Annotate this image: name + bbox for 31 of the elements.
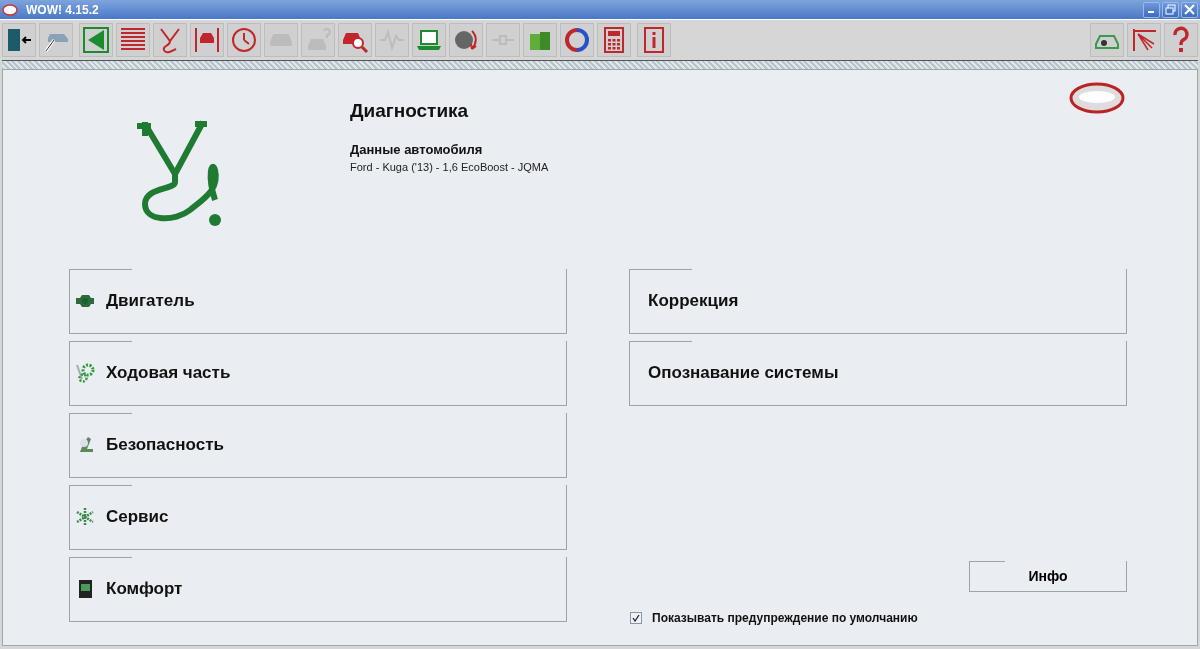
checkbox-label: Показывать предупреждение по умолчанию [652,611,918,625]
close-icon [1184,4,1195,15]
function-button[interactable]: Коррекция [629,269,1127,334]
toolbar-button[interactable] [1090,23,1124,57]
minimize-button[interactable] [1143,1,1160,18]
vehicle-data-label: Данные автомобиля [350,142,484,157]
checkbox[interactable] [630,612,642,624]
window-title: WOW! 4.15.2 [26,2,99,17]
info-button[interactable]: Инфо [969,561,1127,592]
snowflake-icon [74,506,96,528]
category-button[interactable]: Безопасность [69,413,567,478]
restore-button[interactable] [1162,1,1179,18]
close-button[interactable] [1181,1,1198,18]
app-logo-icon [2,2,18,17]
function-button[interactable]: Опознавание системы [629,341,1127,406]
checkmark-icon [632,614,640,622]
exit-door-icon [5,26,33,54]
vehicle-description: Ford - Kuga ('13) - 1,6 EcoBoost - JQMA [350,161,549,173]
category-button[interactable]: Двигатель [69,269,567,334]
toolbar-button[interactable] [2,23,36,57]
brand-logo-icon [1069,82,1125,114]
chart-icon [1130,26,1158,54]
category-button[interactable]: Сервис [69,485,567,550]
toolbar-button[interactable] [338,23,372,57]
car-lift-icon [193,26,221,54]
gears-icon [74,362,96,384]
restore-icon [1165,4,1176,15]
category-button[interactable]: Комфорт [69,557,567,622]
page-title: Диагностика [350,100,470,122]
clock-icon [230,26,258,54]
category-button[interactable]: Ходовая часть [69,341,567,406]
